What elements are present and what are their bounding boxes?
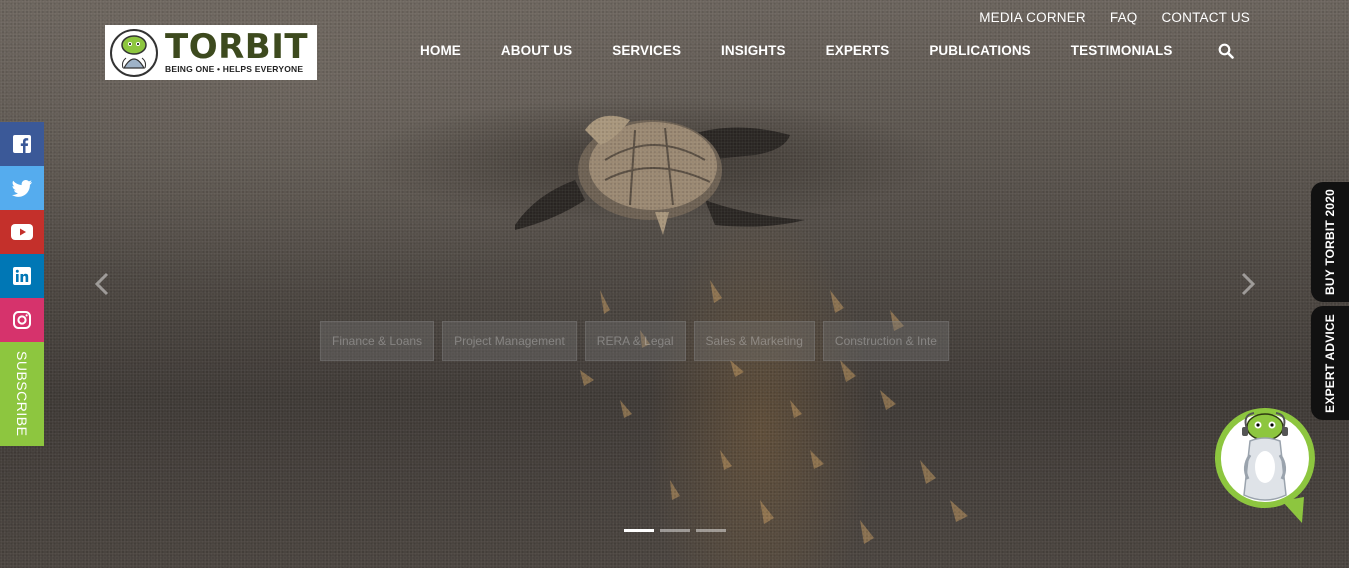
subscribe-label: SUBSCRIBE (14, 351, 30, 437)
nav-contact-us[interactable]: CONTACT US (1161, 10, 1250, 25)
twitter-button[interactable] (0, 166, 44, 210)
turtle-image (515, 115, 805, 235)
brand-tagline: BEING ONE • HELPS EVERYONE (165, 64, 304, 74)
carousel-prev-icon[interactable] (92, 272, 112, 296)
nav-services[interactable]: SERVICES (612, 43, 681, 58)
expert-advice-tab[interactable]: EXPERT ADVICE (1311, 306, 1349, 420)
chatbot-avatar-icon[interactable] (1212, 405, 1318, 529)
nav-faq[interactable]: FAQ (1110, 10, 1138, 25)
facebook-icon (13, 135, 31, 153)
category-tab-construction[interactable]: Construction & Inte (822, 321, 949, 361)
social-sidebar (0, 122, 44, 342)
subscribe-button[interactable]: SUBSCRIBE (0, 342, 44, 446)
youtube-button[interactable] (0, 210, 44, 254)
carousel-next-icon[interactable] (1238, 272, 1258, 296)
carousel-indicators (624, 529, 726, 532)
nav-testimonials[interactable]: TESTIMONIALS (1071, 43, 1173, 58)
search-icon[interactable] (1218, 43, 1234, 59)
facebook-button[interactable] (0, 122, 44, 166)
category-tabs: Finance & Loans Project Management RERA … (320, 321, 949, 361)
instagram-button[interactable] (0, 298, 44, 342)
hero-background (0, 0, 1349, 568)
carousel-dot-1[interactable] (624, 529, 654, 532)
utility-nav: MEDIA CORNER FAQ CONTACT US (979, 10, 1250, 25)
instagram-icon (13, 311, 31, 329)
carousel-dot-2[interactable] (660, 529, 690, 532)
nav-insights[interactable]: INSIGHTS (721, 43, 786, 58)
nav-about-us[interactable]: ABOUT US (501, 43, 572, 58)
expert-advice-label: EXPERT ADVICE (1323, 313, 1337, 413)
category-tab-project-management[interactable]: Project Management (442, 321, 577, 361)
category-tab-finance[interactable]: Finance & Loans (320, 321, 435, 361)
main-nav: HOME ABOUT US SERVICES INSIGHTS EXPERTS … (420, 43, 1212, 58)
buy-torbit-label: BUY TORBIT 2020 (1323, 189, 1337, 295)
category-tab-sales-marketing[interactable]: Sales & Marketing (693, 321, 815, 361)
category-tab-rera-legal[interactable]: RERA & Legal (584, 321, 686, 361)
nav-media-corner[interactable]: MEDIA CORNER (979, 10, 1086, 25)
mascot-icon (110, 28, 158, 77)
sand-tracks (580, 280, 968, 544)
linkedin-icon (13, 267, 31, 285)
linkedin-button[interactable] (0, 254, 44, 298)
nav-experts[interactable]: EXPERTS (826, 43, 890, 58)
twitter-icon (12, 179, 32, 197)
carousel-dot-3[interactable] (696, 529, 726, 532)
buy-torbit-tab[interactable]: BUY TORBIT 2020 (1311, 182, 1349, 302)
site-logo[interactable]: TORBIT BEING ONE • HELPS EVERYONE (105, 25, 317, 80)
nav-home[interactable]: HOME (420, 43, 461, 58)
nav-publications[interactable]: PUBLICATIONS (929, 43, 1030, 58)
brand-name: TORBIT (165, 27, 309, 67)
youtube-icon (11, 224, 33, 240)
